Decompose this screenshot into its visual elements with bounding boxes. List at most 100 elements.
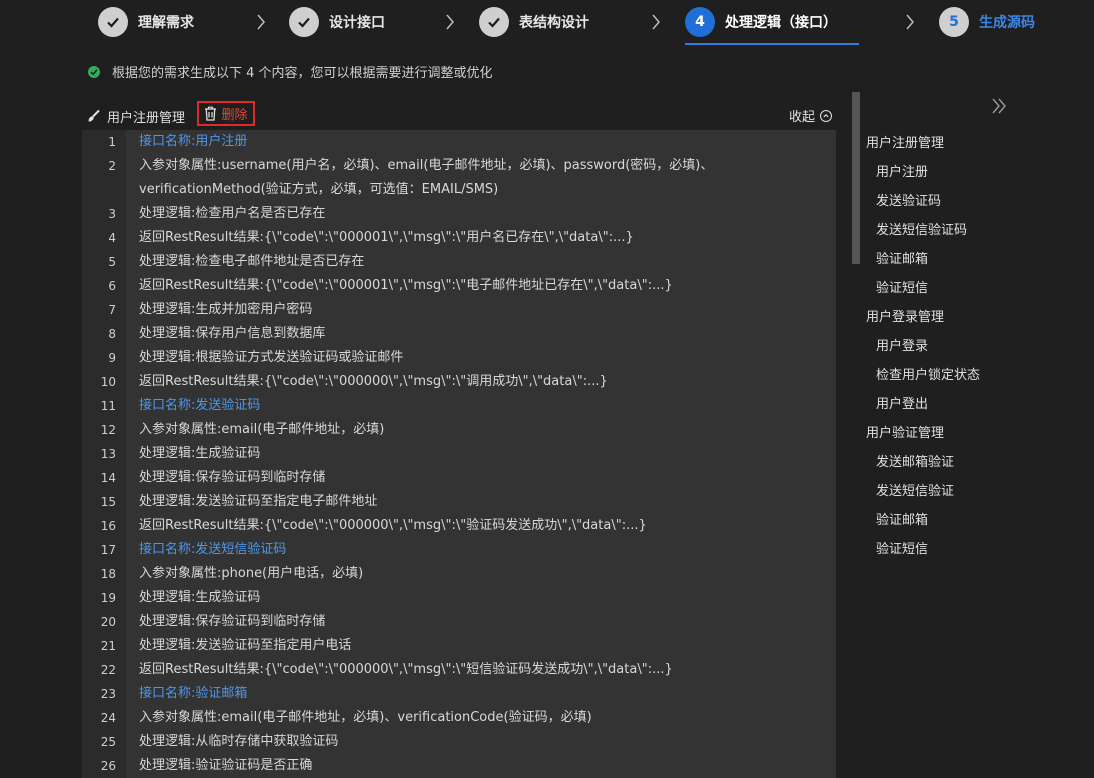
code-line: 15 处理逻辑:发送验证码至指定电子邮件地址 (82, 490, 836, 514)
line-number: 25 (100, 735, 116, 749)
interface-name-line: 接口名称:发送验证码 (139, 398, 261, 413)
code-text: 处理逻辑:生成验证码 (139, 590, 261, 605)
code-text: 处理逻辑:保存验证码到临时存储 (139, 470, 326, 485)
outline-item[interactable]: 验证短信 (858, 274, 1094, 303)
info-text: 根据您的需求生成以下 4 个内容，您可以根据需要进行调整或优化 (112, 66, 493, 81)
step-number: 4 (685, 7, 715, 37)
code-line: 18 入参对象属性:phone(用户电话，必填) (82, 562, 836, 586)
check-icon (479, 7, 509, 37)
interface-name-line: 接口名称:用户注册 (139, 134, 248, 149)
line-number: 15 (100, 495, 116, 509)
code-line: 1 接口名称:用户注册 (82, 130, 836, 154)
line-number: 19 (100, 591, 116, 605)
line-number: 23 (100, 687, 116, 701)
step-label: 生成源码 (979, 15, 1035, 31)
code-text: 入参对象属性:email(电子邮件地址，必填)、verificationCode… (139, 710, 592, 725)
code-line: 2 入参对象属性:username(用户名，必填)、email(电子邮件地址，必填… (82, 154, 836, 202)
line-number: 17 (100, 543, 116, 557)
chevron-up-circle-icon (820, 109, 832, 122)
code-text: 处理逻辑:根据验证方式发送验证码或验证邮件 (139, 350, 404, 365)
double-chevron-right-icon[interactable] (991, 96, 1007, 120)
line-number: 12 (100, 423, 116, 437)
outline-group[interactable]: 用户注册管理 (858, 129, 1094, 158)
line-number: 11 (100, 399, 116, 413)
outline-item[interactable]: 用户登录 (858, 332, 1094, 361)
outline-item[interactable]: 检查用户锁定状态 (858, 361, 1094, 390)
code-line: 3 处理逻辑:检查用户名是否已存在 (82, 202, 836, 226)
code-line: 22 返回RestResult结果:{\"code\":\"000000\",\"… (82, 658, 836, 682)
check-icon (98, 7, 128, 37)
code-lines: 1 接口名称:用户注册 2 入参对象属性:username(用户名，必填)、email… (82, 130, 836, 778)
outline-group[interactable]: 用户验证管理 (858, 419, 1094, 448)
line-number: 5 (108, 255, 116, 269)
code-text: 处理逻辑:保存验证码到临时存储 (139, 614, 326, 629)
outline-item[interactable]: 发送短信验证码 (858, 216, 1094, 245)
line-number: 24 (100, 711, 116, 725)
line-number: 4 (108, 231, 116, 245)
line-number: 22 (100, 663, 116, 677)
code-text: 处理逻辑:验证验证码是否正确 (139, 758, 313, 773)
line-number: 9 (108, 351, 116, 365)
step-label: 表结构设计 (519, 15, 589, 31)
code-line: 12 入参对象属性:email(电子邮件地址，必填) (82, 418, 836, 442)
line-number: 6 (108, 279, 116, 293)
code-line: 5 处理逻辑:检查电子邮件地址是否已存在 (82, 250, 836, 274)
code-text: 入参对象属性:email(电子邮件地址，必填) (139, 422, 385, 437)
outline-group[interactable]: 用户登录管理 (858, 303, 1094, 332)
step-label: 理解需求 (138, 15, 194, 31)
outline-item[interactable]: 验证短信 (858, 535, 1094, 564)
step-understand-requirements[interactable]: 理解需求 (98, 6, 194, 38)
code-text: 返回RestResult结果:{\"code\":\"000000\",\"ms… (139, 518, 647, 533)
stepper: 理解需求 设计接口 表结构设计 4 处理逻辑（接口） 5 生成源码 (0, 0, 1094, 46)
section-title: 用户注册管理 (107, 110, 186, 126)
code-text: 入参对象属性:username(用户名，必填)、email(电子邮件地址，必填)… (139, 158, 714, 197)
outline-item[interactable]: 发送验证码 (858, 187, 1094, 216)
interface-name-line: 接口名称:验证邮箱 (139, 686, 248, 701)
code-line: 13 处理逻辑:生成验证码 (82, 442, 836, 466)
code-line: 17 接口名称:发送短信验证码 (82, 538, 836, 562)
check-icon (289, 7, 319, 37)
code-text: 处理逻辑:保存用户信息到数据库 (139, 326, 326, 341)
step-generate-source[interactable]: 5 生成源码 (939, 6, 1035, 38)
delete-label: 删除 (221, 108, 248, 123)
step-label: 设计接口 (329, 15, 385, 31)
step-number: 5 (939, 7, 969, 37)
outline-item[interactable]: 验证邮箱 (858, 506, 1094, 535)
code-text: 处理逻辑:发送验证码至指定电子邮件地址 (139, 494, 378, 509)
outline-item[interactable]: 验证邮箱 (858, 245, 1094, 274)
chevron-right-icon (906, 14, 914, 30)
code-line: 21 处理逻辑:发送验证码至指定用户电话 (82, 634, 836, 658)
line-number: 2 (108, 159, 116, 173)
code-text: 处理逻辑:检查电子邮件地址是否已存在 (139, 254, 365, 269)
line-number: 7 (108, 303, 116, 317)
step-processing-logic[interactable]: 4 处理逻辑（接口） (685, 6, 837, 38)
step-table-design[interactable]: 表结构设计 (479, 6, 589, 38)
code-line: 16 返回RestResult结果:{\"code\":\"000000\",\"… (82, 514, 836, 538)
info-message: 根据您的需求生成以下 4 个内容，您可以根据需要进行调整或优化 (88, 62, 493, 81)
step-label: 处理逻辑（接口） (725, 15, 837, 31)
collapse-button[interactable]: 收起 (789, 106, 832, 125)
outline-item[interactable]: 用户注册 (858, 158, 1094, 187)
code-line: 4 返回RestResult结果:{\"code\":\"000001\",\"m… (82, 226, 836, 250)
trash-icon (205, 106, 217, 121)
line-number: 21 (100, 639, 116, 653)
line-number: 13 (100, 447, 116, 461)
step-design-interface[interactable]: 设计接口 (289, 6, 385, 38)
chevron-right-icon (257, 14, 265, 30)
chevron-right-icon (652, 14, 660, 30)
code-text: 处理逻辑:生成验证码 (139, 446, 261, 461)
code-editor[interactable]: 1 接口名称:用户注册 2 入参对象属性:username(用户名，必填)、email… (82, 130, 836, 778)
code-line: 23 接口名称:验证邮箱 (82, 682, 836, 706)
code-text: 处理逻辑:生成并加密用户密码 (139, 302, 313, 317)
code-line: 20 处理逻辑:保存验证码到临时存储 (82, 610, 836, 634)
code-line: 25 处理逻辑:从临时存储中获取验证码 (82, 730, 836, 754)
delete-button[interactable]: 删除 (197, 101, 255, 126)
outline-list: 用户注册管理 用户注册 发送验证码 发送短信验证码 验证邮箱 验证短信 用户登录管理 用户登录… (858, 129, 1094, 564)
code-text: 入参对象属性:phone(用户电话，必填) (139, 566, 364, 581)
line-number: 16 (100, 519, 116, 533)
outline-item[interactable]: 发送邮箱验证 (858, 448, 1094, 477)
outline-item[interactable]: 发送短信验证 (858, 477, 1094, 506)
outline-item[interactable]: 用户登出 (858, 390, 1094, 419)
chevron-right-icon (446, 14, 454, 30)
code-line: 9 处理逻辑:根据验证方式发送验证码或验证邮件 (82, 346, 836, 370)
